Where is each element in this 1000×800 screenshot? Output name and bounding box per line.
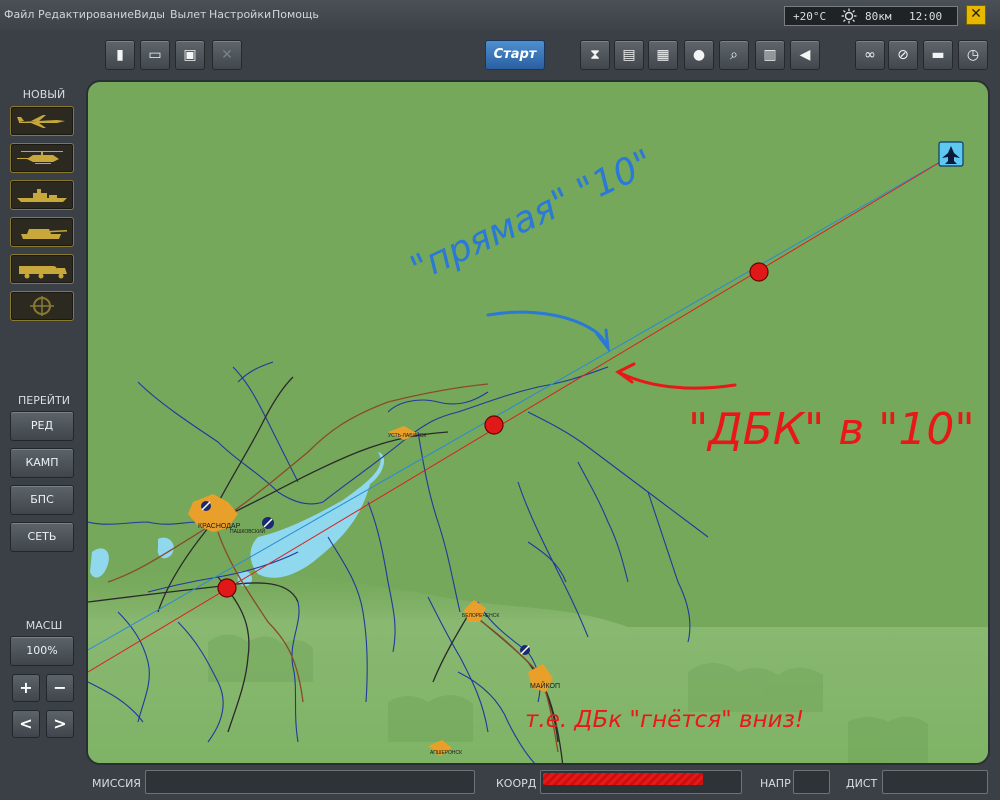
- briefing-button[interactable]: ▥: [755, 40, 785, 70]
- waypoint[interactable]: [217, 578, 237, 598]
- disabled-button: ✕: [212, 40, 242, 70]
- sun-icon: [841, 8, 857, 27]
- ship-icon: [17, 189, 67, 202]
- mission-field[interactable]: [145, 770, 475, 794]
- annotation-red-bottom: т.е. ДБк "гнётся" вниз!: [525, 707, 804, 733]
- direction-field[interactable]: [793, 770, 830, 794]
- svg-text:АПШЕРОНСК: АПШЕРОНСК: [430, 750, 462, 756]
- open-button[interactable]: ▭: [140, 40, 170, 70]
- tank-icon: [21, 229, 67, 239]
- binoculars-icon: ∞: [864, 47, 876, 63]
- menu-view[interactable]: Виды: [134, 8, 165, 21]
- redacted-coordinates: [543, 773, 703, 785]
- annotation-red-text: "ДБК" в "10": [688, 404, 975, 455]
- waypoint[interactable]: [749, 262, 769, 282]
- search-button[interactable]: ⌕: [719, 40, 749, 70]
- new-vehicle-button[interactable]: [10, 254, 74, 284]
- sd-card-icon: ▤: [622, 47, 636, 63]
- book-icon: ▥: [763, 47, 777, 63]
- menu-edit[interactable]: Редактирование: [38, 8, 134, 21]
- pilot-button[interactable]: ●: [684, 40, 714, 70]
- waypoint[interactable]: [484, 415, 504, 435]
- goto-network-button[interactable]: СЕТЬ: [10, 522, 74, 552]
- helicopter-icon: [17, 151, 63, 164]
- time-readout: 12:00: [909, 10, 943, 23]
- clipboard-button[interactable]: ▦: [648, 40, 678, 70]
- distance-label: ДИСТ: [846, 777, 878, 790]
- head-profile-icon: ●: [692, 47, 706, 63]
- aircraft-marker[interactable]: [938, 141, 964, 167]
- goto-editor-button[interactable]: РЕД: [10, 411, 74, 441]
- wind-readout: 80км: [865, 10, 892, 23]
- static-target-icon: [30, 296, 54, 316]
- new-tank-button[interactable]: [10, 217, 74, 247]
- no-entry-icon: ⊘: [897, 47, 909, 63]
- svg-text:БЕЛОРЕЧЕНСК: БЕЛОРЕЧЕНСК: [462, 613, 499, 619]
- lake: [157, 537, 174, 559]
- new-mission-icon: ▮: [116, 47, 124, 63]
- goto-bps-button[interactable]: БПС: [10, 485, 74, 515]
- menu-help[interactable]: Помощь: [272, 8, 319, 21]
- goto-section-label: ПЕРЕЙТИ: [18, 394, 70, 407]
- zoom-value[interactable]: 100%: [10, 636, 74, 666]
- clock-icon: ◷: [966, 47, 980, 63]
- magnifier-icon: ⌕: [730, 47, 738, 63]
- fuel-truck-icon: [19, 266, 67, 279]
- mission-label: МИССИЯ: [92, 777, 141, 790]
- ship-button[interactable]: ▬: [923, 40, 953, 70]
- distance-field[interactable]: [882, 770, 988, 794]
- new-helicopter-button[interactable]: [10, 143, 74, 173]
- annotation-red-arrow: [615, 362, 737, 390]
- new-static-button[interactable]: [10, 291, 74, 321]
- new-section-label: НОВЫЙ: [22, 88, 66, 101]
- sd-card-button[interactable]: ▤: [614, 40, 644, 70]
- city-label: ПАШКОВСКИЙ: [230, 527, 266, 535]
- coord-field[interactable]: [540, 770, 742, 794]
- coord-label: КООРД: [496, 777, 537, 790]
- zoom-out-button[interactable]: −: [46, 674, 74, 702]
- menu-settings[interactable]: Настройки: [209, 8, 271, 21]
- city-krasnodar: КРАСНОДАР ПАШКОВСКИЙ: [188, 494, 274, 535]
- map-view[interactable]: КРАСНОДАР ПАШКОВСКИЙ УСТЬ-ЛАБИНСК БЕЛОРЕ…: [86, 80, 990, 765]
- menu-flight[interactable]: Вылет: [170, 8, 206, 21]
- zoom-in-button[interactable]: +: [12, 674, 40, 702]
- svg-text:УСТЬ-ЛАБИНСК: УСТЬ-ЛАБИНСК: [388, 433, 426, 439]
- zoom-section-label: МАСШ: [25, 619, 63, 632]
- clipboard-icon: ▦: [656, 47, 670, 63]
- disabled-x-icon: ✕: [221, 47, 233, 63]
- binoculars-button[interactable]: ∞: [855, 40, 885, 70]
- direction-label: НАПР: [760, 777, 791, 790]
- new-ship-button[interactable]: [10, 180, 74, 210]
- annotation-blue-arrow: [486, 310, 611, 354]
- temperature-readout: +20°C: [793, 10, 827, 23]
- annotation-blue-text: "прямая" "10": [404, 142, 659, 290]
- close-button[interactable]: ✕: [966, 5, 986, 25]
- svg-text:МАЙКОП: МАЙКОП: [530, 681, 560, 690]
- menu-bar: Файл Редактирование Виды Вылет Настройки…: [0, 0, 1000, 30]
- ship-icon: ▬: [931, 47, 945, 63]
- menu-file[interactable]: Файл: [4, 8, 34, 21]
- pan-right-button[interactable]: >: [46, 710, 74, 738]
- save-button[interactable]: ▣: [175, 40, 205, 70]
- sound-button[interactable]: ◀: [790, 40, 820, 70]
- map-canvas[interactable]: КРАСНОДАР ПАШКОВСКИЙ УСТЬ-ЛАБИНСК БЕЛОРЕ…: [88, 82, 990, 765]
- speaker-icon: ◀: [799, 47, 811, 63]
- save-icon: ▣: [183, 47, 197, 63]
- new-plane-button[interactable]: [10, 106, 74, 136]
- weather-panel[interactable]: +20°C 80км 12:00: [784, 6, 958, 26]
- no-entry-button[interactable]: ⊘: [888, 40, 918, 70]
- start-button[interactable]: Старт: [485, 40, 545, 70]
- clock-button[interactable]: ◷: [958, 40, 988, 70]
- plane-icon: [17, 115, 65, 128]
- hourglass-icon: ⧗: [590, 47, 600, 63]
- open-folder-icon: ▭: [148, 47, 162, 63]
- hourglass-button[interactable]: ⧗: [580, 40, 610, 70]
- goto-campaign-button[interactable]: КАМП: [10, 448, 74, 478]
- new-mission-button[interactable]: ▮: [105, 40, 135, 70]
- pan-left-button[interactable]: <: [12, 710, 40, 738]
